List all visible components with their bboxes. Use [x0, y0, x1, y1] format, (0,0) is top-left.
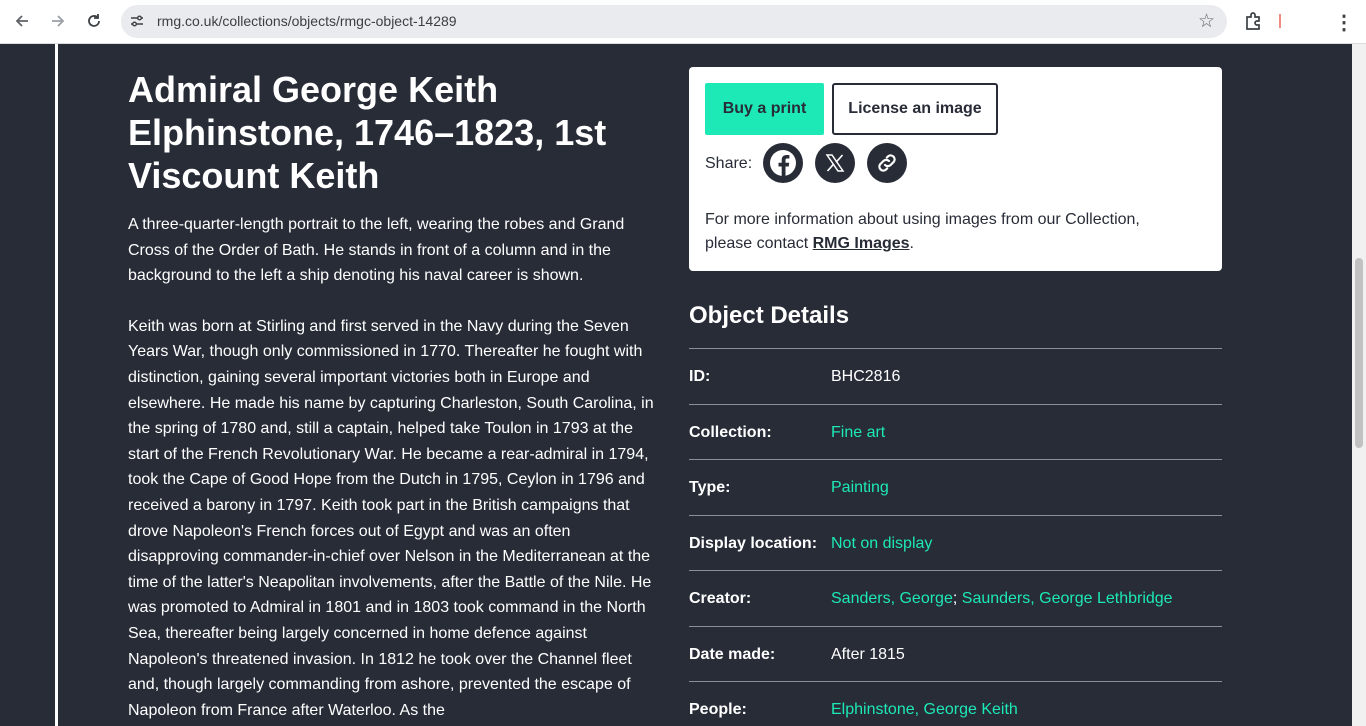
description-paragraph: A three-quarter-length portrait to the l…	[128, 216, 625, 285]
site-settings-icon[interactable]	[129, 13, 145, 29]
detail-value-date: After 1815	[831, 645, 905, 663]
browser-menu-icon[interactable]: ⋮	[1334, 10, 1354, 35]
detail-label: ID:	[689, 368, 711, 385]
object-description: A three-quarter-length portrait to the l…	[128, 212, 663, 726]
creator-link[interactable]: Saunders, George Lethbridge	[962, 590, 1173, 607]
detail-label: Type:	[689, 479, 731, 496]
collection-link[interactable]: Fine art	[831, 424, 885, 441]
detail-row-id: ID: BHC2816	[689, 348, 1222, 404]
url-text[interactable]: rmg.co.uk/collections/objects/rmgc-objec…	[157, 13, 457, 29]
detail-row-creator: Creator: Sanders, George; Saunders, Geor…	[689, 570, 1222, 626]
display-location-link[interactable]: Not on display	[831, 535, 932, 552]
detail-label: Creator:	[689, 590, 752, 607]
detail-label: People:	[689, 701, 747, 718]
object-details-heading: Object Details	[689, 302, 850, 329]
description-paragraph: Keith was born at Stirling and first ser…	[128, 317, 654, 719]
bookmark-star-icon[interactable]: ☆	[1198, 10, 1215, 33]
page-scrollbar[interactable]	[1352, 44, 1366, 726]
detail-row-people: People: Elphinstone, George Keith	[689, 681, 1222, 726]
reload-icon[interactable]	[81, 8, 107, 34]
page-title: Admiral George Keith Elphinstone, 1746–1…	[128, 69, 607, 196]
detail-label: Date made:	[689, 645, 776, 663]
extensions-icon[interactable]	[1243, 10, 1265, 32]
address-bar[interactable]: rmg.co.uk/collections/objects/rmgc-objec…	[121, 5, 1227, 38]
left-border	[55, 44, 58, 726]
object-details-list: ID: BHC2816 Collection: Fine art Type: P…	[689, 348, 1222, 726]
profile-indicator[interactable]	[1279, 14, 1281, 28]
creator-link[interactable]: Sanders, George	[831, 590, 953, 607]
back-icon[interactable]	[9, 8, 35, 34]
image-actions-card: Buy a print License an image Share: For …	[689, 67, 1222, 271]
browser-toolbar: rmg.co.uk/collections/objects/rmgc-objec…	[0, 0, 1366, 44]
rmg-images-link[interactable]: RMG Images	[813, 235, 910, 252]
image-info-text: For more information about using images …	[705, 211, 1140, 252]
detail-value-id: BHC2816	[831, 368, 901, 385]
facebook-icon[interactable]	[763, 143, 803, 183]
detail-label: Collection:	[689, 423, 772, 441]
detail-label: Display location:	[689, 534, 818, 552]
detail-row-type: Type: Painting	[689, 459, 1222, 515]
people-link[interactable]: Elphinstone, George Keith	[831, 701, 1018, 718]
forward-icon[interactable]	[45, 8, 71, 34]
buy-print-button[interactable]: Buy a print	[705, 83, 824, 135]
type-link[interactable]: Painting	[831, 479, 889, 496]
detail-row-date-made: Date made: After 1815	[689, 625, 1222, 682]
license-image-button[interactable]: License an image	[832, 83, 998, 135]
page-content: Admiral George Keith Elphinstone, 1746–1…	[0, 44, 1352, 726]
scrollbar-thumb[interactable]	[1355, 258, 1363, 448]
x-icon[interactable]	[815, 143, 855, 183]
detail-row-display-location: Display location: Not on display	[689, 514, 1222, 571]
detail-row-collection: Collection: Fine art	[689, 403, 1222, 460]
share-label: Share:	[705, 155, 753, 172]
link-icon[interactable]	[867, 143, 907, 183]
